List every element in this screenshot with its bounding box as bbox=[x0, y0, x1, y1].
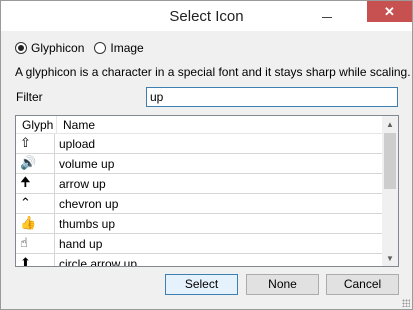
vertical-scrollbar[interactable]: ▲ ▼ bbox=[382, 116, 398, 266]
table-row[interactable]: 🠉 arrow up bbox=[16, 174, 384, 194]
table-row[interactable]: ⇧ upload bbox=[16, 134, 384, 154]
none-button[interactable]: None bbox=[246, 274, 319, 295]
source-radio-group: Glyphicon Image bbox=[15, 41, 154, 55]
glyphicon-radio[interactable] bbox=[15, 42, 27, 54]
table-row[interactable]: 🔊 volume up bbox=[16, 154, 384, 174]
filter-input[interactable] bbox=[146, 87, 398, 107]
circle-arrow-up-icon: ⬆ bbox=[16, 254, 55, 266]
arrow-up-icon: 🠉 bbox=[16, 174, 55, 193]
description-text: A glyphicon is a character in a special … bbox=[15, 65, 411, 79]
column-header-glyph[interactable]: Glyph bbox=[22, 118, 53, 132]
minimize-button[interactable] bbox=[314, 3, 340, 25]
column-header-name[interactable]: Name bbox=[63, 118, 95, 132]
cancel-button[interactable]: Cancel bbox=[326, 274, 399, 295]
glyph-list[interactable]: Glyph Name ⇧ upload 🔊 volume up 🠉 arrow up ⌃ ch… bbox=[15, 115, 399, 267]
image-radio[interactable] bbox=[94, 42, 107, 54]
table-row[interactable]: ⌃ chevron up bbox=[16, 194, 384, 214]
glyphicon-radio-label[interactable]: Glyphicon bbox=[31, 41, 84, 55]
row-name: volume up bbox=[59, 157, 115, 171]
row-name: thumbs up bbox=[59, 217, 116, 231]
select-button[interactable]: Select bbox=[165, 274, 238, 295]
resize-grip-icon[interactable] bbox=[402, 299, 410, 307]
table-row[interactable]: ☝ hand up bbox=[16, 234, 384, 254]
volume-up-icon: 🔊 bbox=[16, 154, 55, 173]
image-radio-label[interactable]: Image bbox=[110, 41, 143, 55]
scroll-down-icon[interactable]: ▼ bbox=[382, 250, 398, 266]
title-bar: Select Icon ✕ bbox=[1, 1, 412, 31]
column-divider[interactable] bbox=[56, 116, 57, 133]
scroll-thumb[interactable] bbox=[384, 133, 396, 189]
thumbs-up-icon: 👍 bbox=[16, 214, 55, 233]
table-row[interactable]: ⬆ circle arrow up bbox=[16, 254, 384, 267]
upload-icon: ⇧ bbox=[16, 134, 55, 153]
minimize-icon bbox=[322, 16, 332, 18]
filter-label: Filter bbox=[16, 90, 43, 104]
scroll-up-icon[interactable]: ▲ bbox=[382, 116, 398, 132]
row-name: arrow up bbox=[59, 177, 106, 191]
hand-up-icon: ☝ bbox=[16, 234, 55, 253]
chevron-up-icon: ⌃ bbox=[16, 194, 55, 213]
close-button[interactable]: ✕ bbox=[367, 1, 412, 22]
row-name: circle arrow up bbox=[59, 257, 138, 267]
list-header: Glyph Name bbox=[16, 116, 384, 134]
row-name: chevron up bbox=[59, 197, 119, 211]
list-rows: ⇧ upload 🔊 volume up 🠉 arrow up ⌃ chevron up 👍 th… bbox=[16, 134, 384, 267]
table-row[interactable]: 👍 thumbs up bbox=[16, 214, 384, 234]
row-name: hand up bbox=[59, 237, 103, 251]
window-title: Select Icon bbox=[169, 8, 244, 25]
row-name: upload bbox=[59, 137, 96, 151]
select-icon-dialog: Select Icon ✕ Glyphicon Image A glyphico… bbox=[0, 0, 413, 310]
